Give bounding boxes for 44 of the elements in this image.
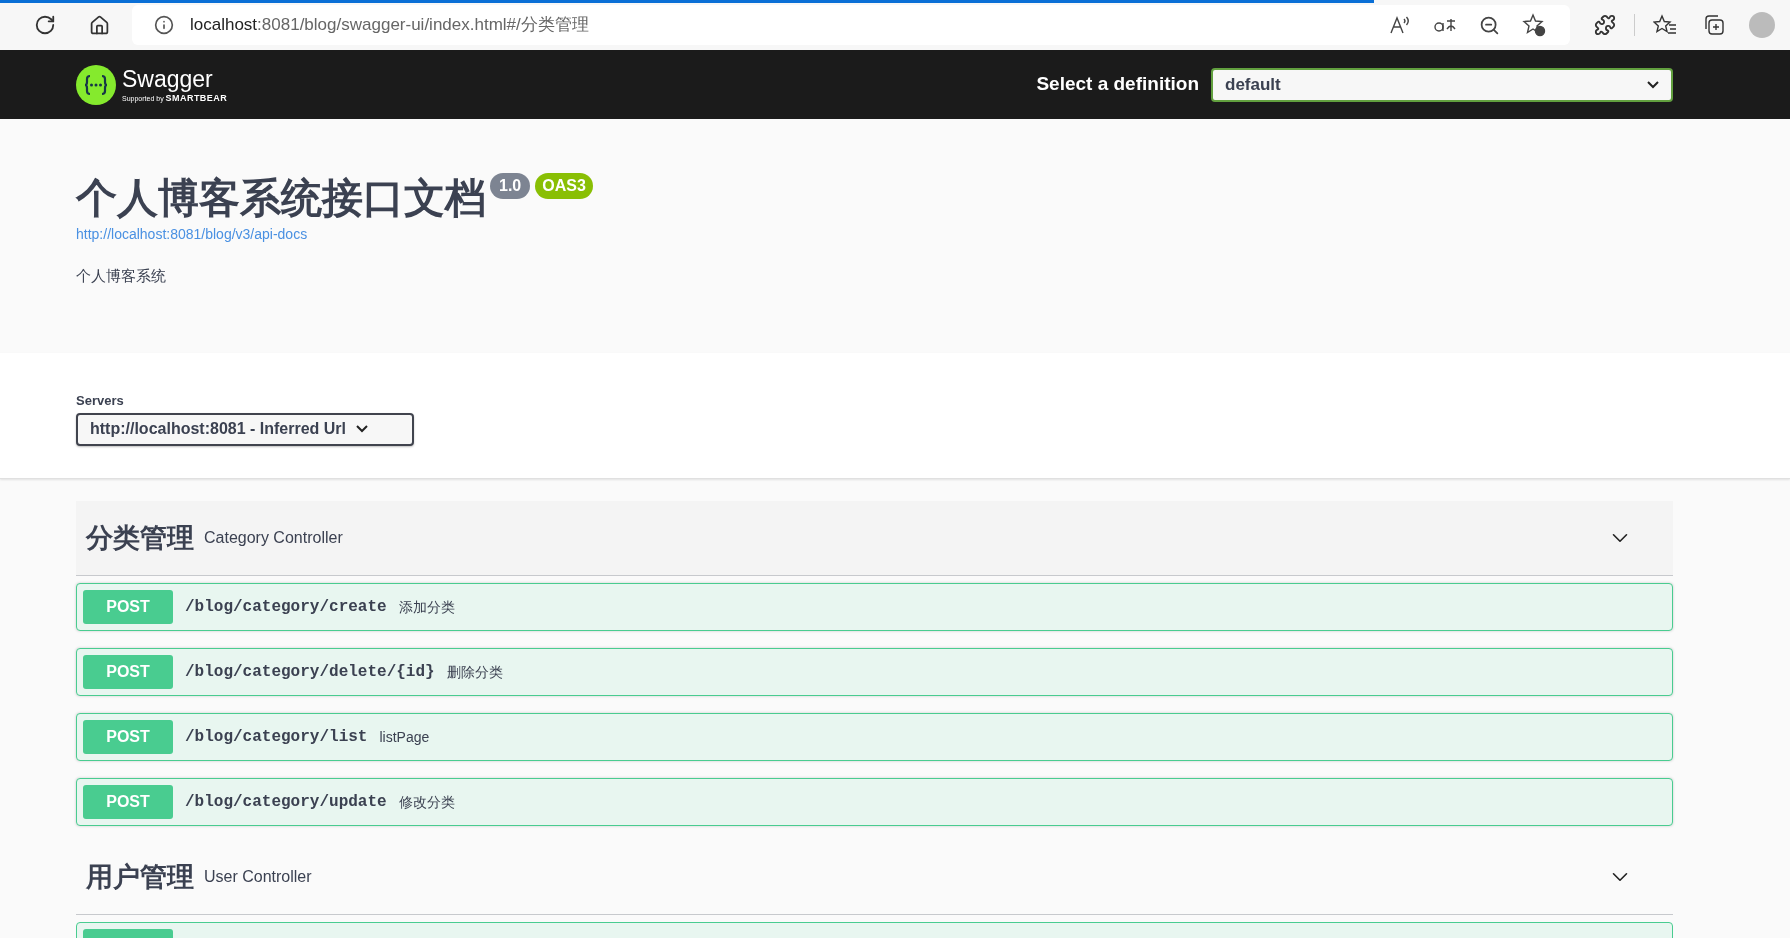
version-badge: 1.0 [490, 173, 531, 199]
api-title: 个人博客系统接口文档 [76, 174, 486, 223]
operation-summary: listPage [379, 727, 430, 747]
home-icon[interactable] [89, 14, 110, 36]
method-badge: POST [83, 785, 173, 819]
definition-select[interactable]: default [1211, 67, 1673, 102]
read-aloud-icon[interactable] [1389, 14, 1411, 36]
servers-label: Servers [76, 392, 125, 410]
tag-description: User Controller [204, 867, 312, 887]
extensions-icon[interactable] [1594, 14, 1616, 36]
tag-name: 用户管理 [86, 860, 194, 894]
operation-summary: 删除分类 [446, 662, 503, 682]
collections-icon[interactable] [1703, 14, 1725, 36]
operation-path: /blog/category/delete/{id} [185, 662, 435, 683]
address-bar[interactable]: localhost:8081/blog/swagger-ui/index.html#/分类管理 [132, 5, 1570, 45]
reload-icon[interactable] [34, 14, 56, 36]
favorites-icon[interactable] [1653, 14, 1677, 36]
logo-text: Swagger [122, 66, 214, 91]
caret-icon [1647, 80, 1659, 89]
operation-summary: 修改分类 [398, 792, 455, 812]
oas-badge: OAS3 [535, 173, 593, 199]
operation-row[interactable]: POST /blog/category/update 修改分类 [76, 778, 1673, 826]
url-text: localhost:8081/blog/swagger-ui/index.html#/分类管理 [190, 14, 589, 37]
operation-path: /blog/category/create [185, 597, 387, 618]
operation-row[interactable]: POST /blog/category/list listPage [76, 713, 1673, 761]
tag-name: 分类管理 [86, 521, 194, 555]
operation-path: /blog/category/list [185, 727, 368, 748]
tag-header[interactable]: 分类管理 Category Controller [76, 501, 1673, 576]
servers-select[interactable]: http://localhost:8081 - Inferred Url [76, 412, 414, 446]
tag-description: Category Controller [204, 528, 343, 548]
operation-row[interactable]: POST /blog/category/delete/{id} 删除分类 [76, 648, 1673, 696]
definition-label: Select a definition [1036, 72, 1199, 97]
operation-summary: 添加分类 [398, 597, 455, 617]
operation-row[interactable]: POST /blog/category/create 添加分类 [76, 583, 1673, 631]
method-badge: POST [83, 590, 173, 624]
operation-path: /blog/category/update [185, 792, 387, 813]
info-icon[interactable] [154, 15, 174, 35]
api-description: 个人博客系统 [76, 266, 167, 286]
method-badge: POST [83, 655, 173, 689]
add-favorite-icon[interactable] [1522, 13, 1546, 37]
zoom-out-icon[interactable] [1479, 14, 1500, 36]
swagger-logo-icon [76, 64, 116, 105]
method-badge: POST [83, 720, 173, 754]
caret-icon [356, 425, 369, 433]
